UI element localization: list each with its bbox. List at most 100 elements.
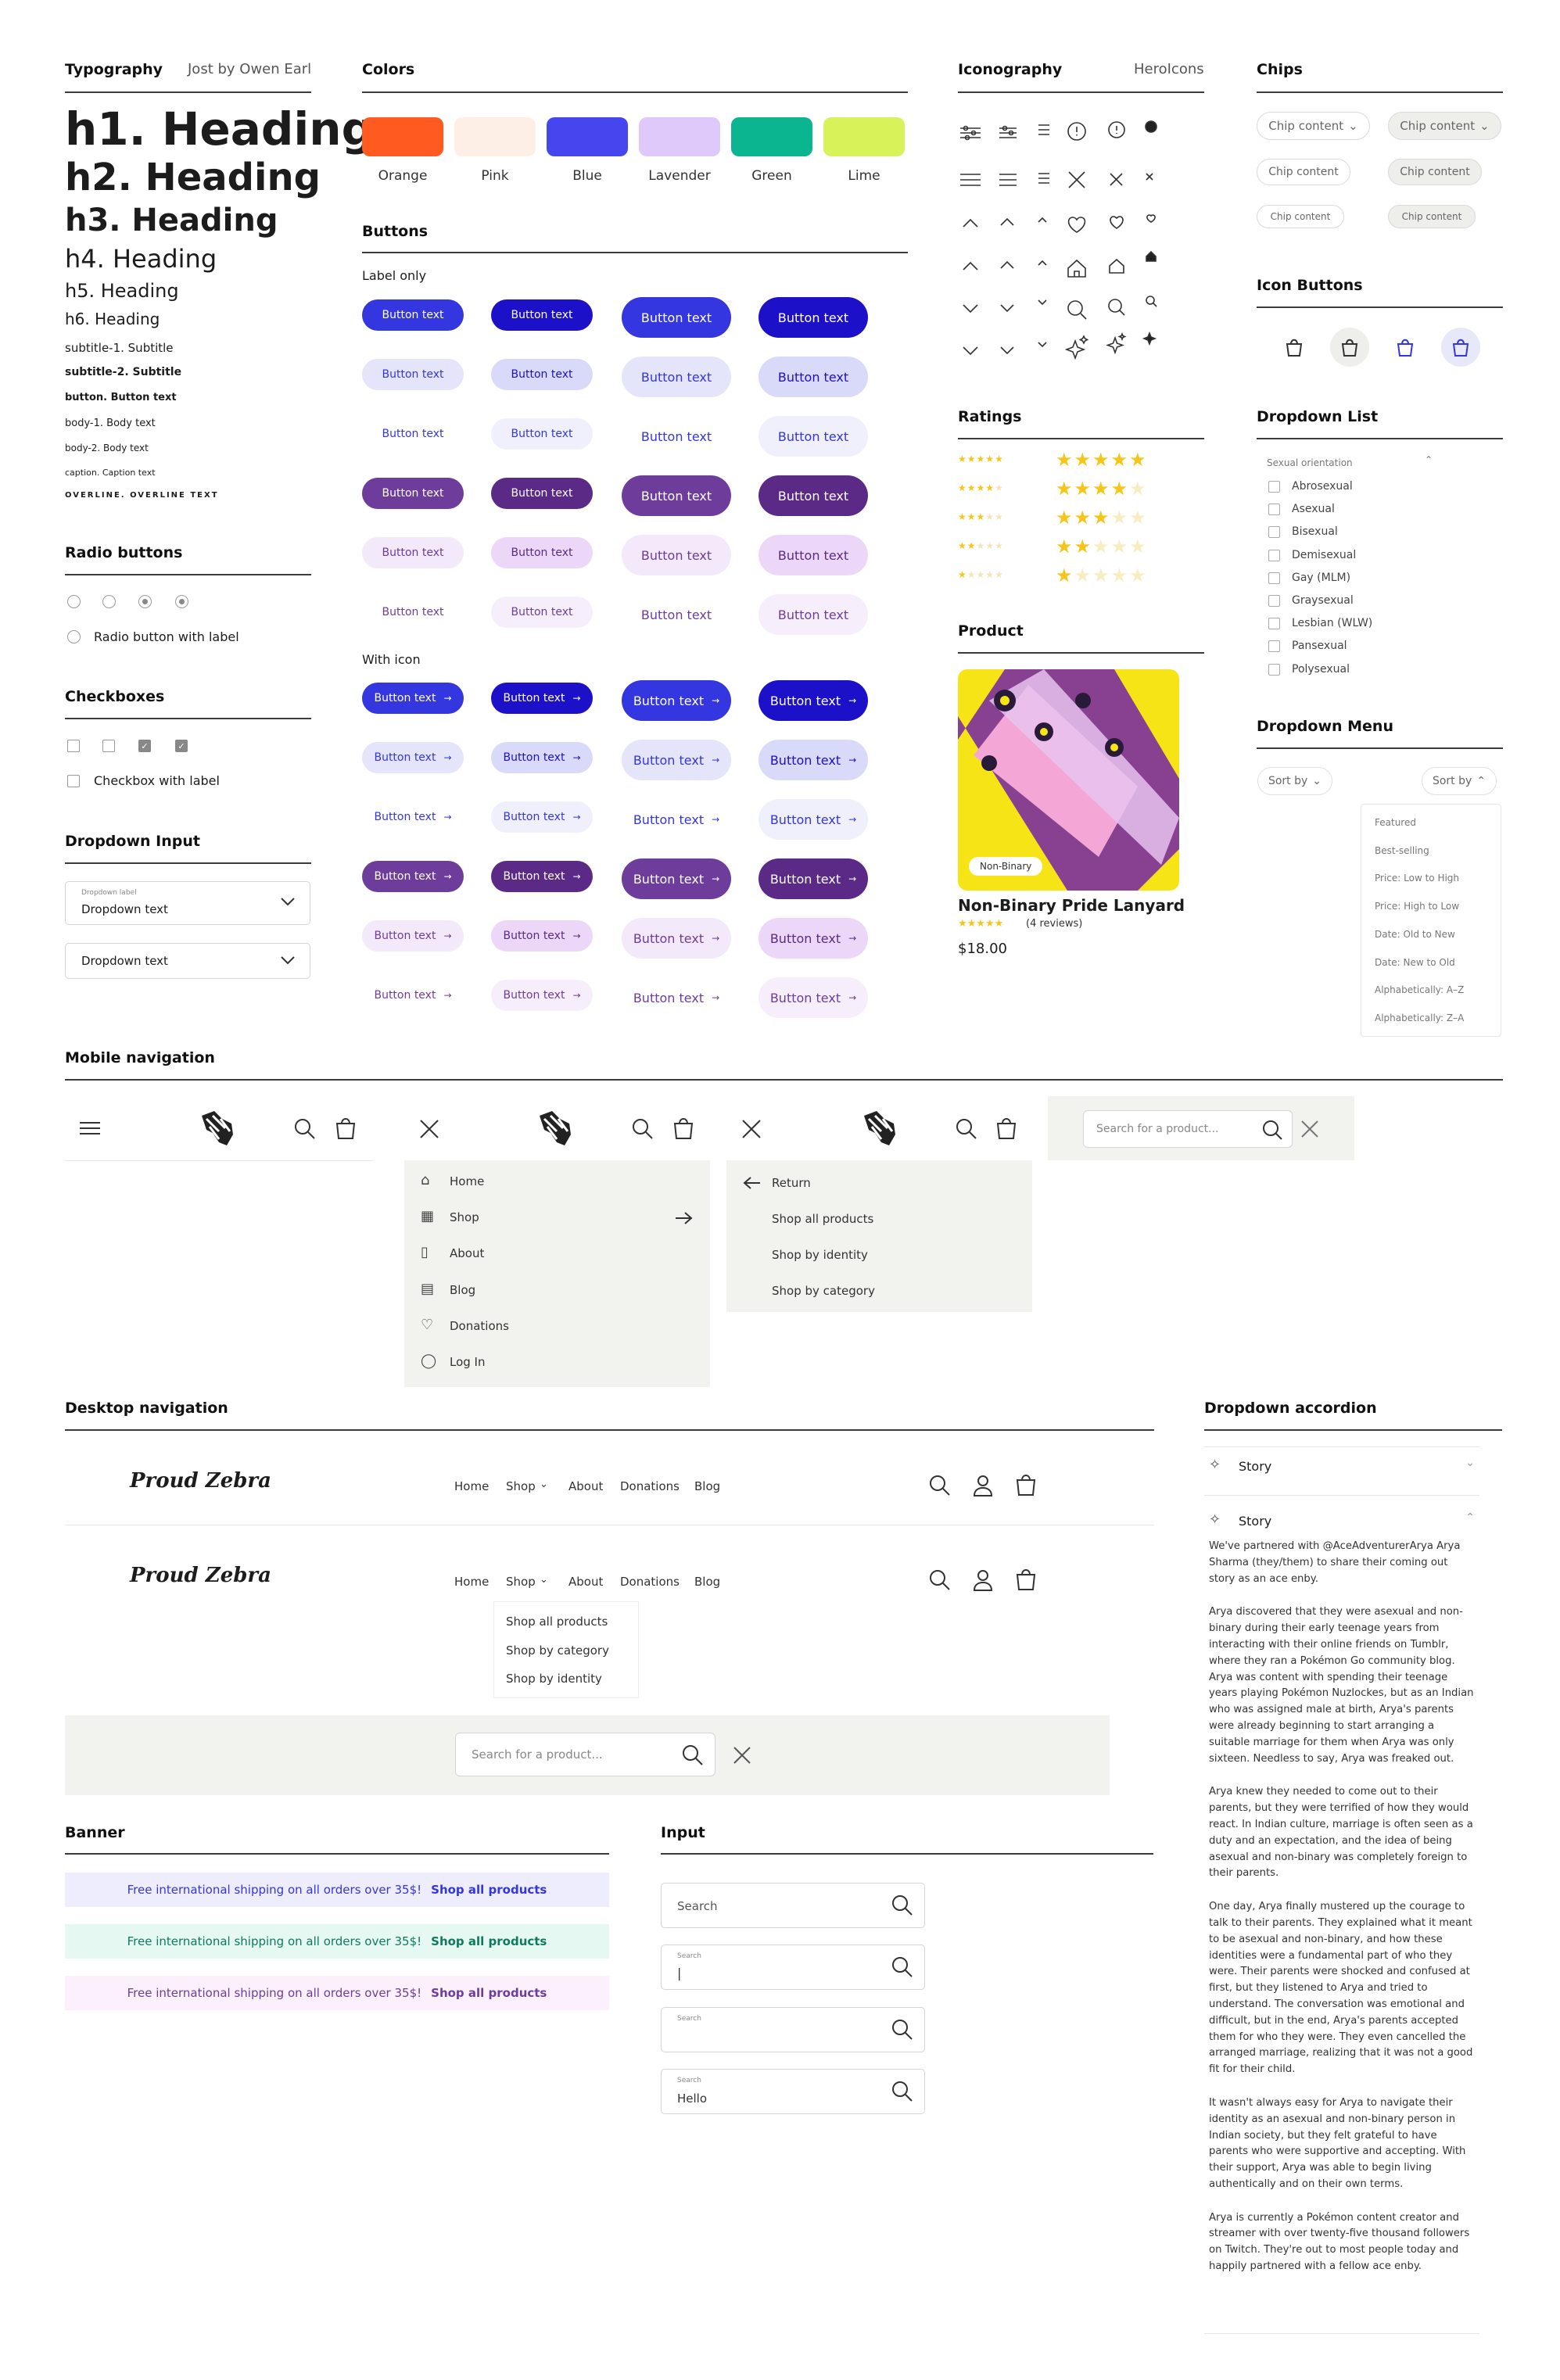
icon-button[interactable] <box>1330 328 1369 367</box>
button-with-icon[interactable]: Button text → <box>491 861 593 892</box>
close-icon[interactable] <box>732 1745 752 1765</box>
chevron-up-icon[interactable]: ⌃ <box>1425 454 1433 465</box>
banner-link[interactable]: Shop all products <box>431 1883 547 1897</box>
dropdown-list-item[interactable]: Gay (MLM) <box>1292 572 1350 584</box>
button[interactable]: Button text <box>758 594 868 635</box>
mobile-search-input[interactable]: Search for a product... <box>1083 1110 1293 1148</box>
button[interactable]: Button text <box>491 537 593 568</box>
button-with-icon[interactable]: Button text → <box>622 799 731 840</box>
checkbox[interactable] <box>1268 618 1280 630</box>
icon-button[interactable] <box>1386 328 1425 367</box>
button-with-icon[interactable]: Button text → <box>362 683 464 714</box>
product-name[interactable]: Non-Binary Pride Lanyard <box>958 896 1185 915</box>
shop-menu-item[interactable]: Shop by category <box>506 1643 609 1658</box>
button[interactable]: Button text <box>758 297 868 338</box>
button-with-icon[interactable]: Button text → <box>758 740 868 780</box>
search-input-default[interactable]: Search <box>661 1883 925 1928</box>
button[interactable]: Button text <box>622 297 731 338</box>
sort-by-button[interactable]: Sort by ⌄ <box>1257 767 1332 795</box>
shop-menu-item[interactable]: Shop all products <box>506 1615 608 1629</box>
dropdown-list-item[interactable]: Pansexual <box>1292 640 1347 652</box>
zebra-logo-icon[interactable] <box>858 1108 902 1149</box>
button-with-icon[interactable]: Button text → <box>362 742 464 773</box>
checkbox-checked[interactable]: ✓ <box>138 740 151 752</box>
button-with-icon[interactable]: Button text → <box>491 683 593 714</box>
dropdown-list-item[interactable]: Graysexual <box>1292 594 1354 607</box>
button-with-icon[interactable]: Button text → <box>758 799 868 840</box>
checkbox[interactable] <box>1268 663 1280 676</box>
button-with-icon[interactable]: Button text → <box>758 680 868 721</box>
checkbox[interactable] <box>1268 504 1280 516</box>
rating-stars-large[interactable]: ★★★★★ <box>1056 449 1148 471</box>
button[interactable]: Button text <box>622 594 731 635</box>
user-icon[interactable] <box>973 1475 993 1496</box>
sort-option[interactable]: Alphabetically: Z–A <box>1375 1013 1464 1023</box>
accordion-item-collapsed[interactable]: ✧ Story ⌄ <box>1209 1457 1475 1477</box>
icon-button[interactable] <box>1441 328 1480 367</box>
button-with-icon[interactable]: Button text → <box>758 918 868 959</box>
search-icon[interactable] <box>294 1118 316 1140</box>
button[interactable]: Button text <box>758 475 868 516</box>
sort-option[interactable]: Price: Low to High <box>1375 873 1459 884</box>
button-with-icon[interactable]: Button text → <box>622 918 731 959</box>
rating-stars-large[interactable]: ★★★★★ <box>1056 478 1148 500</box>
radio-with-label[interactable] <box>67 630 81 643</box>
button[interactable]: Button text <box>622 357 731 397</box>
checkbox[interactable] <box>1268 481 1280 493</box>
sort-option[interactable]: Price: High to Low <box>1375 901 1459 912</box>
dropdown-list-item[interactable]: Asexual <box>1292 503 1335 515</box>
search-icon[interactable] <box>891 1894 913 1916</box>
search-icon[interactable] <box>632 1118 654 1140</box>
search-input-focused[interactable]: Search | <box>661 1945 925 1990</box>
checkbox[interactable] <box>1268 526 1280 539</box>
chip-dropdown[interactable]: Chip content ⌄ <box>1257 112 1370 140</box>
button-with-icon[interactable]: Button text → <box>622 858 731 899</box>
shopping-bag-icon[interactable] <box>335 1117 357 1140</box>
search-input-labeled[interactable]: Search <box>661 2007 925 2052</box>
button[interactable]: Button text <box>362 537 464 568</box>
checkbox-unchecked-hover[interactable] <box>102 740 115 752</box>
rating-stars-large[interactable]: ★★★★★ <box>1056 507 1148 529</box>
nav-link-home[interactable]: Home <box>454 1479 489 1493</box>
zebra-logo-icon[interactable] <box>195 1108 239 1149</box>
dropdown-list-item[interactable]: Abrosexual <box>1292 480 1353 493</box>
nav-link-shop[interactable]: Shop <box>506 1575 536 1589</box>
button[interactable]: Button text <box>758 416 868 457</box>
button[interactable]: Button text <box>491 478 593 509</box>
button-with-icon[interactable]: Button text → <box>491 980 593 1011</box>
dropdown-list-item[interactable]: Lesbian (WLW) <box>1292 617 1372 629</box>
logo-wordmark[interactable]: Proud Zebra <box>130 1564 271 1587</box>
zebra-logo-icon[interactable] <box>533 1108 577 1149</box>
chevron-down-icon[interactable]: ⌄ <box>540 1479 548 1490</box>
button-with-icon[interactable]: Button text → <box>622 977 731 1018</box>
sort-option[interactable]: Best-selling <box>1375 845 1429 856</box>
button-with-icon[interactable]: Button text → <box>491 920 593 952</box>
mobile-submenu-item[interactable]: Shop by identity <box>772 1248 868 1262</box>
button-with-icon[interactable]: Button text → <box>622 740 731 780</box>
button[interactable]: Button text <box>491 299 593 331</box>
nav-link-about[interactable]: About <box>568 1575 603 1589</box>
search-icon[interactable] <box>956 1118 977 1140</box>
sort-option[interactable]: Date: New to Old <box>1375 957 1455 968</box>
checkbox[interactable] <box>1268 549 1280 561</box>
button[interactable]: Button text <box>362 597 464 628</box>
search-icon[interactable] <box>682 1744 704 1766</box>
nav-link-donations[interactable]: Donations <box>620 1479 680 1493</box>
chip-small[interactable]: Chip content <box>1257 205 1344 228</box>
button-with-icon[interactable]: Button text → <box>491 801 593 833</box>
mobile-submenu-item[interactable]: Shop all products <box>772 1212 873 1226</box>
button[interactable]: Button text <box>362 299 464 331</box>
user-icon[interactable] <box>973 1569 993 1591</box>
search-icon[interactable] <box>891 2081 913 2102</box>
button[interactable]: Button text <box>491 597 593 628</box>
product-image[interactable]: Non-Binary <box>958 669 1179 891</box>
button[interactable]: Button text <box>758 535 868 575</box>
checkbox[interactable] <box>1268 595 1280 607</box>
arrow-right-icon[interactable] <box>674 1210 694 1226</box>
logo-wordmark[interactable]: Proud Zebra <box>130 1469 271 1493</box>
chip[interactable]: Chip content <box>1257 159 1350 185</box>
mobile-menu-item[interactable]: Shop <box>450 1210 479 1224</box>
nav-link-about[interactable]: About <box>568 1479 603 1493</box>
button-with-icon[interactable]: Button text → <box>758 977 868 1018</box>
radio-checked[interactable] <box>138 595 152 608</box>
